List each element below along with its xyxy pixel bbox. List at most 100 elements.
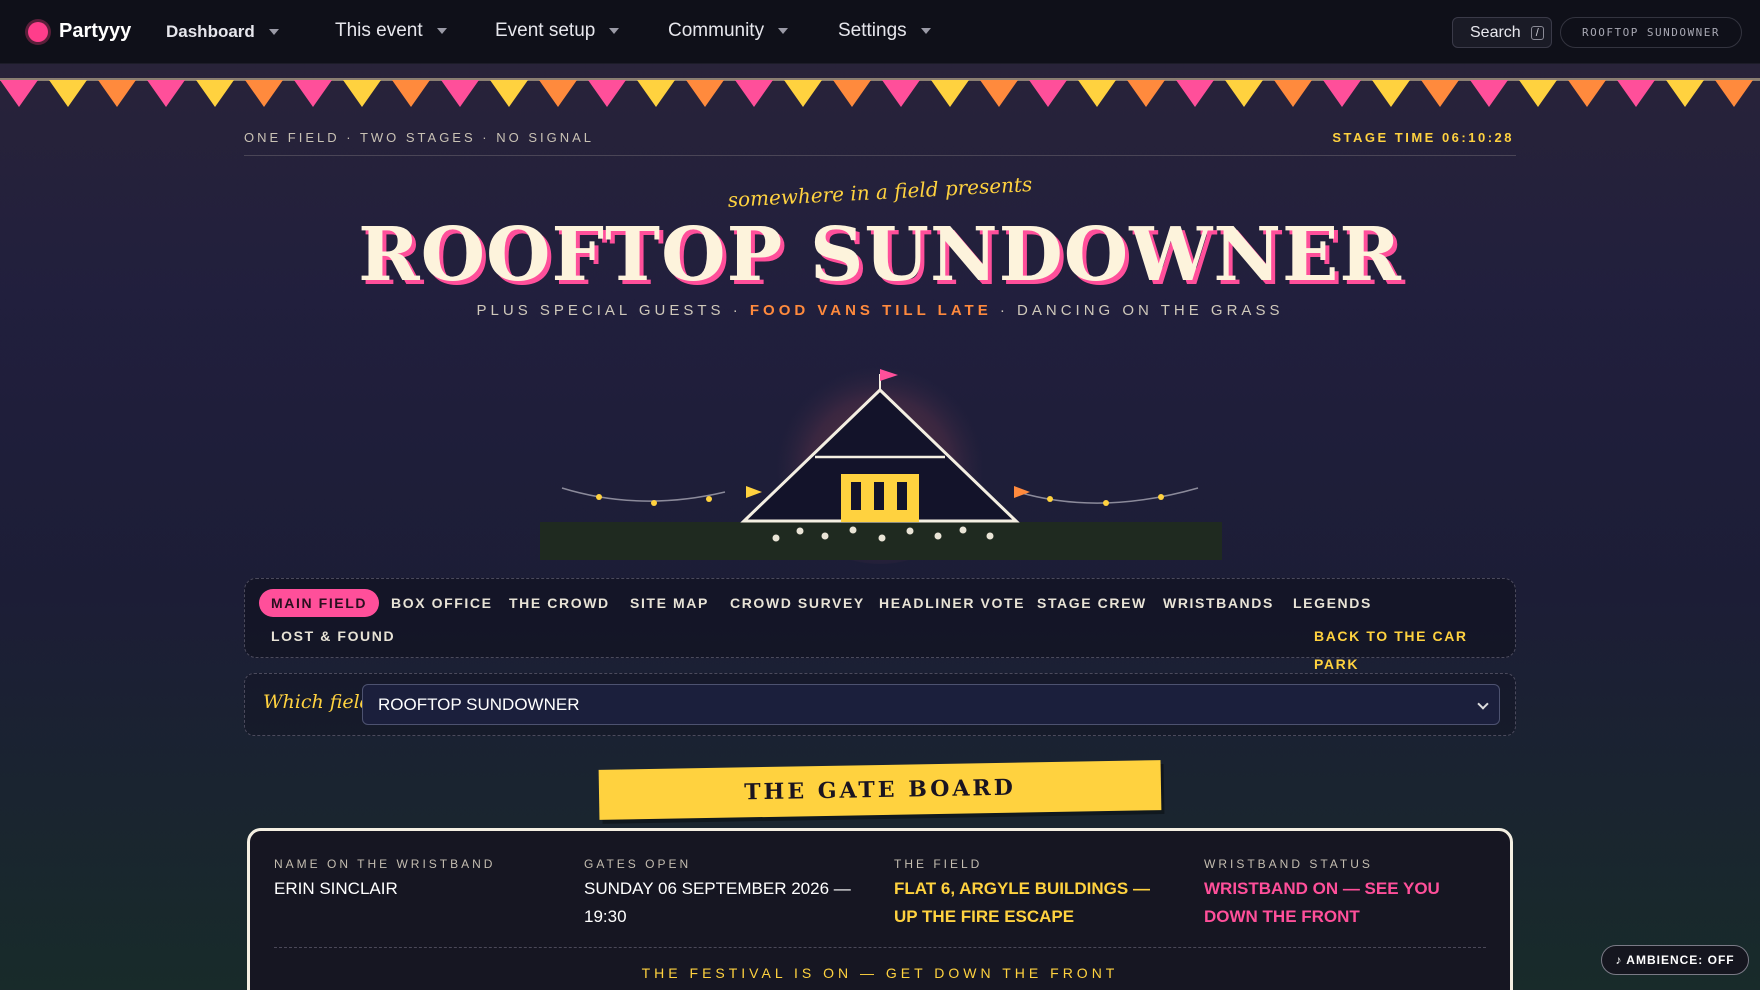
pennant-icon [746,486,762,498]
bunting-flag [1372,80,1410,107]
bunting-flag [1323,80,1361,107]
nav-this-event-label: This event [335,20,423,41]
tab-the-crowd[interactable]: THE CROWD [509,589,610,617]
bunting-flag [147,80,185,107]
bunting-flag [294,80,332,107]
bunting-flag [49,80,87,107]
brand-dot-icon [28,21,48,42]
festival-stage-illustration [540,360,1222,564]
bunting-flag [1127,80,1165,107]
search-button[interactable]: Search / [1452,17,1552,48]
nav-this-event[interactable]: This event [335,20,447,42]
field-picker: Which field? ROOFTOP SUNDOWNER [244,673,1516,736]
field-location-label: THE FIELD [894,857,983,871]
bunting-flag [588,80,626,107]
event-subtitle: PLUS SPECIAL GUESTS · FOOD VANS TILL LAT… [0,302,1760,319]
nav-settings[interactable]: Settings [838,20,931,42]
bunting-flag [245,80,283,107]
search-shortcut-key: / [1530,25,1544,40]
nav-dashboard-label: Dashboard [166,22,255,41]
bunting-flag [441,80,479,107]
bunting-flag [1470,80,1508,107]
search-label: Search [1470,23,1521,41]
bunting-flag [1421,80,1459,107]
bunting-flag [1274,80,1312,107]
chevron-down-icon [436,28,447,34]
bunting-flag [1519,80,1557,107]
brand-logo[interactable]: Partyyy [28,20,131,43]
subtitle-highlight: FOOD VANS TILL LATE [749,302,992,319]
chevron-down-icon [268,29,279,35]
gates-open-label: GATES OPEN [584,857,692,871]
event-title: ROOFTOP SUNDOWNER [358,212,1402,298]
brand-name: Partyyy [59,20,132,42]
wristband-status-label: WRISTBAND STATUS [1204,857,1373,871]
bunting-flag [784,80,822,107]
chevron-down-icon [609,28,620,34]
bunting-flag [1715,80,1753,107]
bunting-flag [98,80,136,107]
bunting-flag [980,80,1018,107]
bunting-flag [196,80,234,107]
bunting-flag [833,80,871,107]
tab-wristbands[interactable]: WRISTBANDS [1163,589,1274,617]
bunting-flag [882,80,920,107]
subtitle-part-2: · DANCING ON THE GRASS [991,302,1284,319]
tab-main-field[interactable]: MAIN FIELD [259,589,380,617]
back-to-car-park-link[interactable]: BACK TO THE CAR PARK [1314,622,1515,672]
bunting-flag [1176,80,1214,107]
tab-stage-crew[interactable]: STAGE CREW [1037,589,1147,617]
nav-settings-label: Settings [838,20,907,41]
gate-board-divider [274,947,1486,948]
top-navigation-bar: Partyyy Dashboard This event Event setup… [0,0,1760,64]
gate-board-card: NAME ON THE WRISTBAND ERIN SINCLAIR GATE… [247,828,1513,990]
bunting-flag [1225,80,1263,107]
subtitle-part-1: PLUS SPECIAL GUESTS · [476,302,750,319]
chevron-down-icon [778,28,789,34]
wristband-name-label: NAME ON THE WRISTBAND [274,857,496,871]
bunting-flag [735,80,773,107]
section-tab-bar: MAIN FIELD BOX OFFICE THE CROWD SITE MAP… [244,578,1516,672]
nav-dashboard[interactable]: Dashboard [166,22,279,42]
wristband-name-value: ERIN SINCLAIR [274,879,398,898]
bunting-flag [539,80,577,107]
bunting-flag [1078,80,1116,107]
tab-box-office[interactable]: BOX OFFICE [391,589,493,617]
chevron-down-icon [920,28,931,34]
chevron-down-icon [1477,698,1489,710]
tab-headliner-vote[interactable]: HEADLINER VOTE [879,589,1025,617]
ambience-toggle[interactable]: ♪ AMBIENCE: OFF [1601,945,1749,975]
field-location-value: FLAT 6, ARGYLE BUILDINGS — UP THE FIRE E… [894,879,1150,926]
bunting-flags [0,80,1753,107]
tab-site-map[interactable]: SITE MAP [630,589,709,617]
nav-community[interactable]: Community [668,20,789,42]
current-event-pill[interactable]: ROOFTOP SUNDOWNER [1560,17,1742,48]
bunting-flag [1617,80,1655,107]
tab-legends[interactable]: LEGENDS [1293,589,1372,617]
pennant-icon [1014,486,1030,498]
gate-board-title: THE GATE BOARD [598,760,1162,820]
tagline: ONE FIELD · TWO STAGES · NO SIGNAL [244,130,594,145]
bunting-flag [1568,80,1606,107]
bunting-flag [1666,80,1704,107]
field-select-value: ROOFTOP SUNDOWNER [378,695,580,714]
bunting-flag [931,80,969,107]
bunting-flag [637,80,675,107]
bunting-flag [686,80,724,107]
gate-board-footer: THE FESTIVAL IS ON — GET DOWN THE FRONT [641,965,1119,981]
bunting-flag [392,80,430,107]
tab-lost-and-found[interactable]: LOST & FOUND [271,622,395,650]
stage-time-clock: STAGE TIME 06:10:28 [1332,130,1514,145]
bunting-flag [490,80,528,107]
tab-crowd-survey[interactable]: CROWD SURVEY [730,589,865,617]
nav-community-label: Community [668,20,765,41]
wristband-status-value: WRISTBAND ON — SEE YOU DOWN THE FRONT [1204,879,1440,926]
nav-event-setup-label: Event setup [495,20,596,41]
nav-event-setup[interactable]: Event setup [495,20,620,42]
gates-open-value: SUNDAY 06 SEPTEMBER 2026 — 19:30 [584,879,851,926]
bunting-flag [0,80,38,107]
string-lights-left [561,487,726,502]
bunting-flag [1029,80,1067,107]
bunting-flag [343,80,381,107]
field-select[interactable]: ROOFTOP SUNDOWNER [362,684,1500,725]
